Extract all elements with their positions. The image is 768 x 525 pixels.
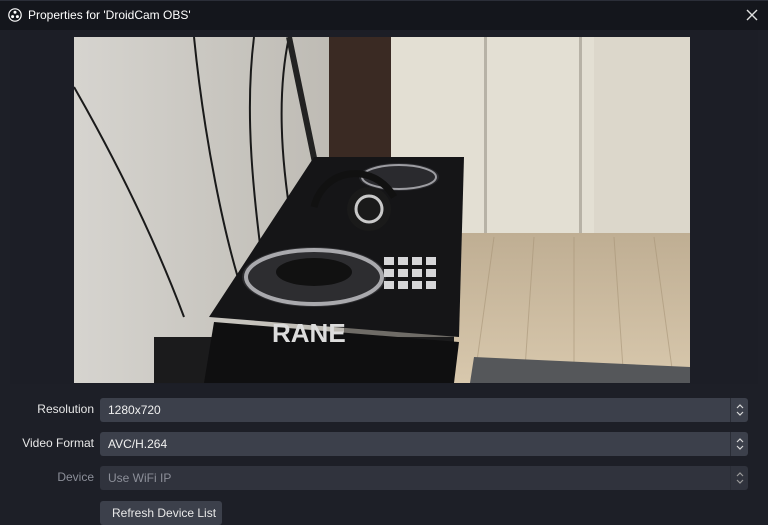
camera-preview-image: RANE: [74, 37, 690, 383]
obs-logo-icon: [7, 7, 23, 23]
updown-arrow-icon: [730, 398, 748, 422]
resolution-row: Resolution 1280x720: [0, 398, 768, 422]
close-icon: [746, 9, 758, 21]
refresh-device-list-label: Refresh Device List: [112, 506, 217, 520]
device-select[interactable]: Use WiFi IP: [100, 466, 748, 490]
video-format-label: Video Format: [22, 436, 94, 450]
device-value: Use WiFi IP: [108, 471, 172, 485]
updown-arrow-icon: [730, 466, 748, 490]
video-format-select[interactable]: AVC/H.264: [100, 432, 748, 456]
resolution-value: 1280x720: [108, 403, 161, 417]
updown-arrow-icon: [730, 432, 748, 456]
rane-logo: RANE: [272, 318, 346, 348]
resolution-label: Resolution: [37, 402, 94, 416]
preview-area: RANE: [10, 30, 758, 384]
title-bar: Properties for 'DroidCam OBS': [0, 0, 768, 30]
refresh-device-list-button[interactable]: Refresh Device List: [100, 501, 222, 525]
resolution-select[interactable]: 1280x720: [100, 398, 748, 422]
title-bar-strip: [0, 0, 768, 1]
video-format-value: AVC/H.264: [108, 437, 168, 451]
window-title: Properties for 'DroidCam OBS': [28, 8, 191, 22]
camera-preview: RANE: [74, 37, 690, 383]
device-label: Device: [57, 470, 94, 484]
close-button[interactable]: [742, 5, 762, 25]
device-row: Device Use WiFi IP: [0, 466, 768, 490]
video-format-row: Video Format AVC/H.264: [0, 432, 768, 456]
